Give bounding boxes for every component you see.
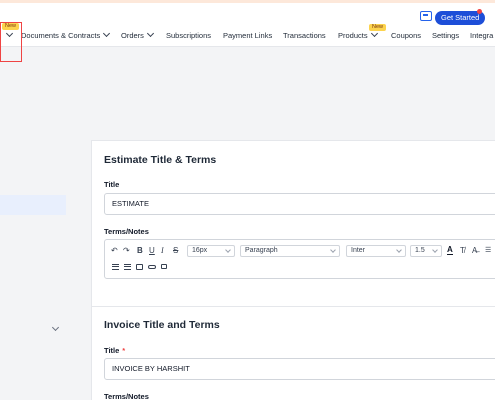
nav-products[interactable]: Products <box>338 29 378 41</box>
bold-icon[interactable]: B <box>137 246 143 256</box>
italic-icon[interactable]: I <box>161 246 164 256</box>
nav-transactions[interactable]: Transactions <box>283 31 326 41</box>
chevron-down-icon <box>432 247 438 253</box>
highlight-icon[interactable]: A̶ <box>472 246 477 256</box>
estimate-title-input[interactable]: ESTIMATE <box>104 193 495 215</box>
list-icon[interactable]: ☰ <box>485 246 491 254</box>
align-justify-icon[interactable] <box>124 264 131 270</box>
align-left-icon[interactable] <box>112 264 119 270</box>
image-icon[interactable] <box>136 264 143 270</box>
embed-icon[interactable] <box>161 264 167 269</box>
top-bar: Get Started <box>0 3 495 25</box>
nav-settings[interactable]: Settings <box>432 31 459 41</box>
highlight-box <box>0 22 22 62</box>
undo-icon[interactable]: ↶ <box>111 246 118 256</box>
link-icon[interactable] <box>148 265 156 269</box>
required-mark: * <box>122 346 126 355</box>
font-size-select[interactable]: 16px <box>187 245 235 257</box>
card-icon[interactable] <box>420 11 432 21</box>
invoice-title-label: Title * <box>104 346 126 355</box>
terms-editor[interactable]: ↶ ↷ B U I S 16px Paragraph Inter 1.5 A T… <box>104 239 495 279</box>
estimate-terms-label: Terms/Notes <box>104 227 149 236</box>
font-family-select[interactable]: Inter <box>346 245 406 257</box>
nav-documents-contracts[interactable]: Documents & Contracts <box>21 29 111 41</box>
chevron-down-icon <box>396 247 402 253</box>
estimate-title-label: Title <box>104 180 120 189</box>
main-nav: New Documents & Contracts Orders Subscri… <box>0 23 495 47</box>
chevron-down-icon <box>370 29 378 38</box>
settings-card: Estimate Title & Terms Title ESTIMATE Te… <box>91 140 495 400</box>
line-height-select[interactable]: 1.5 <box>410 245 442 257</box>
section-title-estimate: Estimate Title & Terms <box>104 154 217 166</box>
new-badge: New <box>369 24 387 31</box>
sidebar-active-item[interactable] <box>0 195 66 215</box>
block-style-select[interactable]: Paragraph <box>240 245 340 257</box>
nav-integrations[interactable]: Integra <box>470 31 493 41</box>
nav-payment-links[interactable]: Payment Links <box>223 31 272 41</box>
chevron-down-icon <box>225 247 231 253</box>
chevron-down-icon <box>146 29 154 38</box>
nav-orders[interactable]: Orders <box>121 29 154 41</box>
chevron-down-icon <box>330 247 336 253</box>
nav-coupons[interactable]: Coupons <box>391 31 421 41</box>
notification-dot <box>477 9 482 14</box>
invoice-title-input[interactable]: INVOICE BY HARSHIT <box>104 358 495 380</box>
chevron-down-icon[interactable] <box>51 323 60 332</box>
section-title-invoice: Invoice Title and Terms <box>104 319 220 331</box>
text-color-icon[interactable]: A <box>447 246 453 255</box>
strikethrough-icon[interactable]: S <box>173 246 178 256</box>
clear-format-icon[interactable]: T̸ <box>460 246 465 256</box>
divider <box>92 306 495 307</box>
nav-subscriptions[interactable]: Subscriptions <box>166 31 211 41</box>
underline-icon[interactable]: U <box>149 246 155 256</box>
chevron-down-icon <box>103 29 111 38</box>
invoice-terms-label: Terms/Notes <box>104 392 149 400</box>
redo-icon[interactable]: ↷ <box>123 246 130 256</box>
